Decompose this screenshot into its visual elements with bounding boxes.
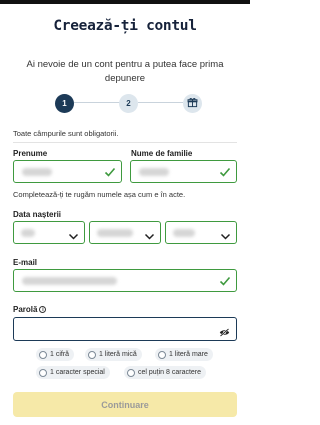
password-rule-text: 1 literă mare	[169, 351, 208, 358]
password-rule-text: 1 caracter special	[50, 369, 105, 376]
chevron-down-icon	[220, 228, 231, 240]
stepper-line-2	[138, 102, 183, 103]
birth-year-value-redacted	[173, 229, 195, 237]
step-1-label: 1	[62, 99, 67, 108]
radio-circle-icon	[88, 350, 96, 359]
birth-month-select[interactable]	[89, 221, 161, 244]
email-label: E-mail	[13, 258, 38, 267]
first-name-field[interactable]	[13, 160, 122, 183]
page-title: Creează-ți contul	[53, 18, 197, 34]
birth-year-select[interactable]	[165, 221, 237, 244]
radio-circle-icon	[39, 350, 47, 359]
last-name-value-redacted	[139, 168, 169, 176]
email-field[interactable]	[13, 269, 237, 292]
password-label: Parolă i	[13, 305, 47, 314]
password-rule-chip: 1 literă mică	[85, 348, 142, 361]
birth-day-value-redacted	[21, 229, 35, 237]
password-field[interactable]	[13, 317, 237, 341]
last-name-label: Nume de familie	[131, 149, 193, 158]
radio-circle-icon	[39, 368, 47, 377]
step-3	[183, 94, 202, 113]
stepper-line-1	[71, 102, 121, 103]
step-2-label: 2	[126, 99, 131, 108]
continue-button[interactable]: Continuare	[13, 392, 237, 417]
check-icon	[104, 165, 116, 177]
birth-date-label: Data nașterii	[13, 210, 62, 219]
info-icon[interactable]: i	[39, 306, 47, 313]
step-2: 2	[119, 94, 138, 113]
first-name-label: Prenume	[13, 149, 48, 158]
step-1: 1	[55, 94, 74, 113]
password-rule-chip: cel puțin 8 caractere	[124, 366, 207, 379]
password-label-text: Parolă	[13, 305, 38, 314]
password-rule-chip: 1 cifră	[36, 348, 75, 361]
birth-month-value-redacted	[97, 229, 133, 237]
password-rule-chip: 1 caracter special	[36, 366, 110, 379]
email-value-redacted	[22, 277, 117, 285]
chevron-down-icon	[144, 228, 155, 240]
password-rule-text: 1 cifră	[50, 351, 70, 358]
radio-circle-icon	[158, 350, 166, 359]
gift-icon	[187, 97, 198, 110]
required-note: Toate câmpurile sunt obligatorii.	[13, 129, 119, 138]
birth-day-select[interactable]	[13, 221, 85, 244]
chevron-down-icon	[68, 228, 79, 240]
progress-stepper: 1 2	[55, 92, 202, 114]
check-icon	[219, 165, 231, 177]
radio-circle-icon	[127, 368, 135, 377]
password-rule-text: 1 literă mică	[99, 351, 137, 358]
signup-modal: Creează-ți contul Ai nevoie de un cont p…	[3, 4, 247, 425]
eye-slash-icon[interactable]	[219, 324, 230, 337]
last-name-field[interactable]	[130, 160, 237, 183]
first-name-value-redacted	[22, 168, 52, 176]
divider	[13, 142, 237, 143]
check-icon	[219, 274, 231, 286]
password-rule-text: cel puțin 8 caractere	[138, 369, 202, 376]
page-subtitle: Ai nevoie de un cont pentru a putea face…	[26, 59, 224, 84]
name-helper-text: Completează-ți te rugăm numele așa cum e…	[13, 190, 186, 199]
password-rule-chip: 1 literă mare	[155, 348, 213, 361]
